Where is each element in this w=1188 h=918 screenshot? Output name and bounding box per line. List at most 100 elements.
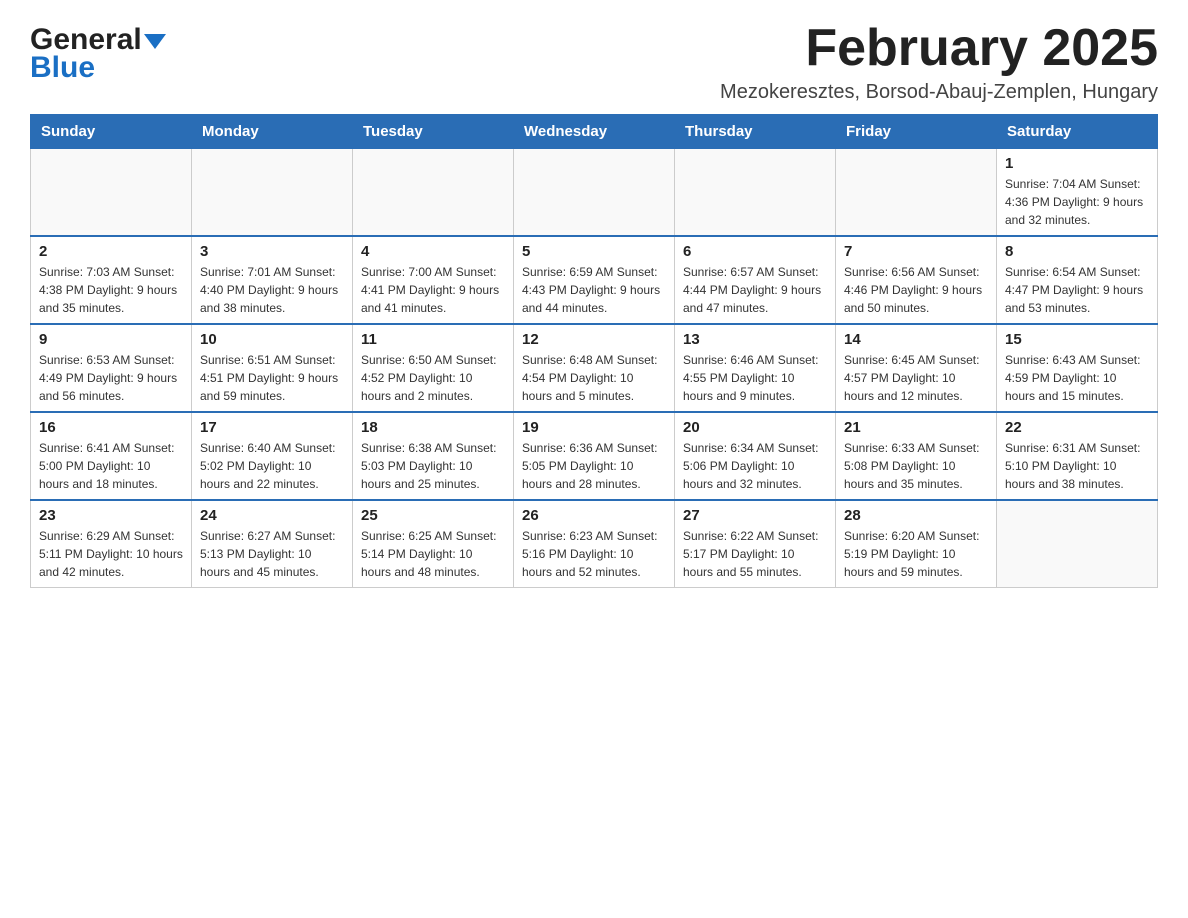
weekday-header-thursday: Thursday bbox=[675, 115, 836, 149]
day-number: 28 bbox=[844, 507, 988, 524]
day-number: 14 bbox=[844, 331, 988, 348]
weekday-header-sunday: Sunday bbox=[31, 115, 192, 149]
day-info: Sunrise: 6:33 AM Sunset: 5:08 PM Dayligh… bbox=[844, 439, 988, 493]
day-info: Sunrise: 6:36 AM Sunset: 5:05 PM Dayligh… bbox=[522, 439, 666, 493]
day-number: 5 bbox=[522, 243, 666, 260]
day-number: 7 bbox=[844, 243, 988, 260]
calendar-week-row: 2Sunrise: 7:03 AM Sunset: 4:38 PM Daylig… bbox=[31, 236, 1158, 324]
day-number: 9 bbox=[39, 331, 183, 348]
day-number: 1 bbox=[1005, 155, 1149, 172]
day-info: Sunrise: 6:54 AM Sunset: 4:47 PM Dayligh… bbox=[1005, 263, 1149, 317]
day-info: Sunrise: 6:50 AM Sunset: 4:52 PM Dayligh… bbox=[361, 351, 505, 405]
day-number: 20 bbox=[683, 419, 827, 436]
weekday-header-saturday: Saturday bbox=[997, 115, 1158, 149]
day-number: 11 bbox=[361, 331, 505, 348]
day-number: 21 bbox=[844, 419, 988, 436]
day-info: Sunrise: 6:23 AM Sunset: 5:16 PM Dayligh… bbox=[522, 527, 666, 581]
day-number: 6 bbox=[683, 243, 827, 260]
calendar-cell: 23Sunrise: 6:29 AM Sunset: 5:11 PM Dayli… bbox=[31, 500, 192, 588]
day-number: 4 bbox=[361, 243, 505, 260]
day-info: Sunrise: 6:22 AM Sunset: 5:17 PM Dayligh… bbox=[683, 527, 827, 581]
calendar-cell bbox=[514, 149, 675, 237]
calendar-cell bbox=[675, 149, 836, 237]
day-number: 27 bbox=[683, 507, 827, 524]
day-number: 15 bbox=[1005, 331, 1149, 348]
day-info: Sunrise: 6:40 AM Sunset: 5:02 PM Dayligh… bbox=[200, 439, 344, 493]
calendar-cell: 25 Sunrise: 6:25 AM Sunset: 5:14 PM Dayli… bbox=[353, 500, 514, 588]
calendar-cell: 10 Sunrise: 6:51 AM Sunset: 4:51 PM Dayli… bbox=[192, 324, 353, 412]
day-info: Sunrise: 6:29 AM Sunset: 5:11 PM Dayligh… bbox=[39, 527, 183, 581]
calendar-cell: 4 Sunrise: 7:00 AM Sunset: 4:41 PM Daylig… bbox=[353, 236, 514, 324]
day-info: Sunrise: 6:27 AM Sunset: 5:13 PM Dayligh… bbox=[200, 527, 344, 581]
day-number: 17 bbox=[200, 419, 344, 436]
calendar-cell: 24 Sunrise: 6:27 AM Sunset: 5:13 PM Dayli… bbox=[192, 500, 353, 588]
weekday-header-friday: Friday bbox=[836, 115, 997, 149]
calendar-cell: 1 Sunrise: 7:04 AM Sunset: 4:36 PM Daylig… bbox=[997, 149, 1158, 237]
day-info: Sunrise: 6:57 AM Sunset: 4:44 PM Dayligh… bbox=[683, 263, 827, 317]
day-info: Sunrise: 6:45 AM Sunset: 4:57 PM Dayligh… bbox=[844, 351, 988, 405]
day-number: 3 bbox=[200, 243, 344, 260]
day-number: 13 bbox=[683, 331, 827, 348]
day-info: Sunrise: 6:59 AM Sunset: 4:43 PM Dayligh… bbox=[522, 263, 666, 317]
calendar-cell: 18Sunrise: 6:38 AM Sunset: 5:03 PM Dayli… bbox=[353, 412, 514, 500]
calendar-cell bbox=[353, 149, 514, 237]
day-info: Sunrise: 6:46 AM Sunset: 4:55 PM Dayligh… bbox=[683, 351, 827, 405]
day-number: 19 bbox=[522, 419, 666, 436]
calendar-cell bbox=[836, 149, 997, 237]
day-info: Sunrise: 6:34 AM Sunset: 5:06 PM Dayligh… bbox=[683, 439, 827, 493]
day-number: 18 bbox=[361, 419, 505, 436]
day-info: Sunrise: 6:48 AM Sunset: 4:54 PM Dayligh… bbox=[522, 351, 666, 405]
logo-triangle-icon bbox=[144, 34, 166, 49]
day-number: 12 bbox=[522, 331, 666, 348]
calendar-cell: 13 Sunrise: 6:46 AM Sunset: 4:55 PM Dayli… bbox=[675, 324, 836, 412]
day-number: 22 bbox=[1005, 419, 1149, 436]
weekday-header-monday: Monday bbox=[192, 115, 353, 149]
calendar-cell: 17 Sunrise: 6:40 AM Sunset: 5:02 PM Dayli… bbox=[192, 412, 353, 500]
weekday-header-tuesday: Tuesday bbox=[353, 115, 514, 149]
day-info: Sunrise: 7:03 AM Sunset: 4:38 PM Dayligh… bbox=[39, 263, 183, 317]
calendar-cell: 6 Sunrise: 6:57 AM Sunset: 4:44 PM Daylig… bbox=[675, 236, 836, 324]
day-info: Sunrise: 7:01 AM Sunset: 4:40 PM Dayligh… bbox=[200, 263, 344, 317]
calendar-week-row: 9Sunrise: 6:53 AM Sunset: 4:49 PM Daylig… bbox=[31, 324, 1158, 412]
weekday-header-row: SundayMondayTuesdayWednesdayThursdayFrid… bbox=[31, 115, 1158, 149]
calendar-cell: 22 Sunrise: 6:31 AM Sunset: 5:10 PM Dayli… bbox=[997, 412, 1158, 500]
calendar-week-row: 16 Sunrise: 6:41 AM Sunset: 5:00 PM Dayli… bbox=[31, 412, 1158, 500]
calendar-cell: 14 Sunrise: 6:45 AM Sunset: 4:57 PM Dayli… bbox=[836, 324, 997, 412]
day-info: Sunrise: 6:56 AM Sunset: 4:46 PM Dayligh… bbox=[844, 263, 988, 317]
day-info: Sunrise: 6:25 AM Sunset: 5:14 PM Dayligh… bbox=[361, 527, 505, 581]
calendar-cell: 27 Sunrise: 6:22 AM Sunset: 5:17 PM Dayli… bbox=[675, 500, 836, 588]
day-number: 10 bbox=[200, 331, 344, 348]
day-info: Sunrise: 6:31 AM Sunset: 5:10 PM Dayligh… bbox=[1005, 439, 1149, 493]
day-info: Sunrise: 6:41 AM Sunset: 5:00 PM Dayligh… bbox=[39, 439, 183, 493]
weekday-header-wednesday: Wednesday bbox=[514, 115, 675, 149]
calendar-cell: 7 Sunrise: 6:56 AM Sunset: 4:46 PM Daylig… bbox=[836, 236, 997, 324]
day-info: Sunrise: 6:20 AM Sunset: 5:19 PM Dayligh… bbox=[844, 527, 988, 581]
calendar-table: SundayMondayTuesdayWednesdayThursdayFrid… bbox=[30, 114, 1158, 588]
calendar-cell: 21 Sunrise: 6:33 AM Sunset: 5:08 PM Dayli… bbox=[836, 412, 997, 500]
day-info: Sunrise: 6:51 AM Sunset: 4:51 PM Dayligh… bbox=[200, 351, 344, 405]
month-title: February 2025 bbox=[720, 20, 1158, 77]
calendar-cell bbox=[31, 149, 192, 237]
day-info: Sunrise: 6:43 AM Sunset: 4:59 PM Dayligh… bbox=[1005, 351, 1149, 405]
calendar-cell: 8Sunrise: 6:54 AM Sunset: 4:47 PM Daylig… bbox=[997, 236, 1158, 324]
calendar-cell: 2Sunrise: 7:03 AM Sunset: 4:38 PM Daylig… bbox=[31, 236, 192, 324]
page-header: General Blue February 2025 Mezokeresztes… bbox=[30, 20, 1158, 104]
calendar-week-row: 23Sunrise: 6:29 AM Sunset: 5:11 PM Dayli… bbox=[31, 500, 1158, 588]
calendar-cell: 26 Sunrise: 6:23 AM Sunset: 5:16 PM Dayli… bbox=[514, 500, 675, 588]
calendar-cell: 9Sunrise: 6:53 AM Sunset: 4:49 PM Daylig… bbox=[31, 324, 192, 412]
calendar-cell: 12 Sunrise: 6:48 AM Sunset: 4:54 PM Dayli… bbox=[514, 324, 675, 412]
day-number: 16 bbox=[39, 419, 183, 436]
day-number: 24 bbox=[200, 507, 344, 524]
calendar-cell: 20 Sunrise: 6:34 AM Sunset: 5:06 PM Dayli… bbox=[675, 412, 836, 500]
calendar-week-row: 1 Sunrise: 7:04 AM Sunset: 4:36 PM Daylig… bbox=[31, 149, 1158, 237]
day-info: Sunrise: 7:00 AM Sunset: 4:41 PM Dayligh… bbox=[361, 263, 505, 317]
day-info: Sunrise: 7:04 AM Sunset: 4:36 PM Dayligh… bbox=[1005, 175, 1149, 229]
day-number: 26 bbox=[522, 507, 666, 524]
calendar-cell: 19 Sunrise: 6:36 AM Sunset: 5:05 PM Dayli… bbox=[514, 412, 675, 500]
calendar-cell: 5 Sunrise: 6:59 AM Sunset: 4:43 PM Daylig… bbox=[514, 236, 675, 324]
logo: General Blue bbox=[30, 20, 166, 83]
day-number: 25 bbox=[361, 507, 505, 524]
calendar-cell bbox=[997, 500, 1158, 588]
calendar-cell bbox=[192, 149, 353, 237]
calendar-cell: 11 Sunrise: 6:50 AM Sunset: 4:52 PM Dayli… bbox=[353, 324, 514, 412]
